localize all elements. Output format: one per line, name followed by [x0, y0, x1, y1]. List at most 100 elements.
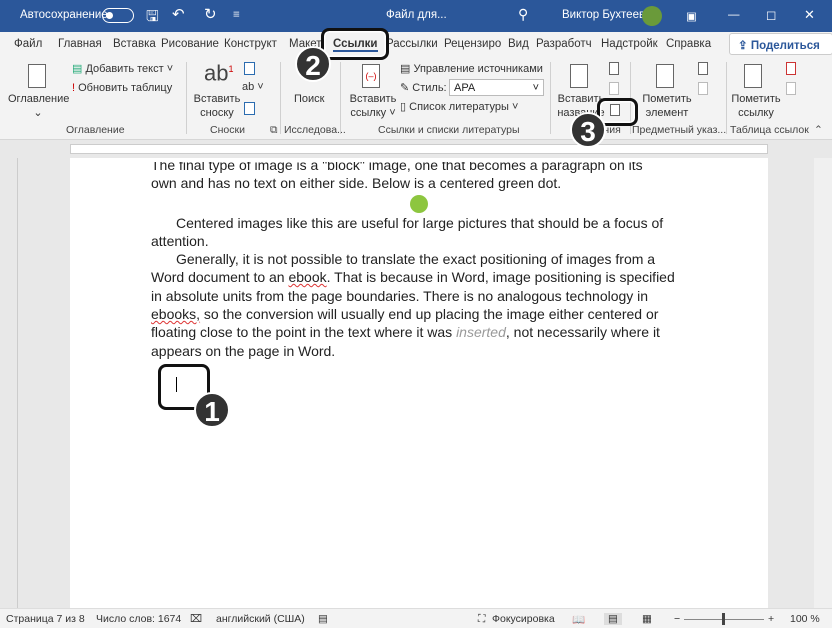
insert-endnote-icon[interactable]: [244, 62, 255, 75]
step-badge-3: 3: [570, 112, 606, 148]
tab-insert[interactable]: Вставка: [113, 38, 156, 50]
web-layout-icon[interactable]: ▦: [642, 613, 652, 625]
zoom-slider-thumb[interactable]: [722, 613, 725, 625]
insert-citation-button[interactable]: Вставить ссылку ˅: [346, 92, 400, 120]
add-text-icon: ▤: [72, 63, 83, 75]
mark-citation-button[interactable]: Пометить ссылку: [728, 92, 784, 120]
update-table-button[interactable]: ! Обновить таблицу: [72, 81, 172, 95]
insert-caption-icon: [570, 64, 588, 88]
mark-entry-button[interactable]: Пометить элемент: [640, 92, 694, 120]
step-badge-1: 1: [194, 392, 230, 428]
divider: [186, 62, 187, 134]
proofing-icon[interactable]: ⌧: [190, 613, 202, 625]
paragraph-line: appears on the page in Word.: [151, 343, 336, 359]
redo-icon[interactable]: ↻: [204, 5, 217, 23]
insert-table-of-figures-icon[interactable]: [609, 62, 619, 75]
focus-button[interactable]: Фокусировка: [492, 613, 555, 625]
tab-home[interactable]: Главная: [58, 38, 102, 50]
close-icon[interactable]: ✕: [804, 7, 815, 23]
update-table-icon[interactable]: [609, 82, 619, 95]
manage-sources-icon: ▤: [400, 63, 411, 75]
manage-sources-button[interactable]: ▤ Управление источниками: [400, 62, 543, 76]
paragraph-line: ebooks, so the conversion will usually e…: [151, 306, 659, 322]
group-index-label: Предметный указ...: [632, 124, 727, 136]
share-button[interactable]: ⇪ Поделиться: [729, 33, 832, 55]
group-footnotes-label: Сноски: [210, 124, 245, 136]
tab-mailings[interactable]: Рассылки: [386, 38, 438, 50]
accessibility-icon[interactable]: ▤: [318, 613, 328, 625]
tab-file[interactable]: Файл: [14, 38, 42, 50]
insert-toa-icon[interactable]: [786, 62, 796, 75]
insert-index-icon[interactable]: [698, 62, 708, 75]
vertical-scrollbar[interactable]: [814, 158, 832, 608]
tab-view[interactable]: Вид: [508, 38, 529, 50]
insert-footnote-button[interactable]: Вставить сноску: [192, 92, 242, 120]
group-toa-label: Таблица ссылок: [730, 124, 809, 136]
vertical-ruler: [0, 158, 18, 608]
toc-icon: [28, 64, 46, 88]
update-toa-icon[interactable]: [786, 82, 796, 95]
language[interactable]: английский (США): [216, 613, 305, 625]
show-notes-icon[interactable]: [244, 102, 255, 115]
divider: [550, 62, 551, 134]
divider: [340, 62, 341, 134]
filename[interactable]: Файл для...: [386, 9, 447, 21]
toc-button[interactable]: Оглавление ⌄: [8, 92, 69, 120]
group-toc-label: Оглавление: [66, 124, 125, 136]
next-footnote-icon[interactable]: ab ˅: [242, 80, 264, 94]
autosave-label: Автосохранение: [20, 9, 108, 21]
update-index-icon[interactable]: [698, 82, 708, 95]
paragraph-line: own and has no text on either side. Belo…: [151, 175, 562, 191]
add-text-button[interactable]: ▤ Добавить текст ˅: [72, 62, 173, 76]
footnote-icon: ab1: [204, 60, 234, 86]
search-button[interactable]: Поиск: [294, 92, 324, 106]
undo-icon[interactable]: ↶: [172, 5, 185, 23]
divider: [726, 62, 727, 134]
title-bar: Автосохранение 🖫 ↶ ↻ ≡ Файл для... ⚲ Вик…: [0, 0, 832, 32]
search-icon[interactable]: ⚲: [518, 6, 528, 23]
tab-developer[interactable]: Разработч: [536, 38, 592, 50]
style-label: ✎ Стиль:: [400, 82, 447, 94]
page-count[interactable]: Страница 7 из 8: [6, 613, 85, 625]
ruler-scale[interactable]: [70, 144, 768, 154]
tab-help[interactable]: Справка: [666, 38, 711, 50]
update-table-icon: !: [72, 82, 76, 94]
ribbon-tabs: Файл Главная Вставка Рисование Конструкт…: [0, 32, 832, 56]
style-dropdown[interactable]: APA ˅: [449, 79, 544, 96]
bibliography-button[interactable]: ▯ Список литературы ˅: [400, 100, 518, 114]
print-layout-icon[interactable]: ▤: [604, 613, 622, 625]
focus-icon[interactable]: ⛶: [478, 613, 485, 626]
mark-entry-icon: [656, 64, 674, 88]
tab-addins[interactable]: Надстройк: [601, 38, 658, 50]
group-research-label: Исследова...: [284, 124, 346, 136]
minimize-icon[interactable]: —: [728, 9, 740, 21]
zoom-in-button[interactable]: +: [768, 613, 774, 625]
tab-design[interactable]: Конструкт: [224, 38, 277, 50]
style-icon: ✎: [400, 82, 410, 94]
avatar[interactable]: [642, 6, 662, 26]
paragraph-line: attention.: [151, 233, 209, 249]
user-name[interactable]: Виктор Бухтеев: [562, 9, 645, 21]
paragraph-line: Word document to an ebook. That is becau…: [151, 269, 675, 285]
ribbon-display-icon[interactable]: ▣: [686, 9, 697, 23]
maximize-icon[interactable]: ☐: [766, 9, 776, 23]
callout-box-2: [321, 28, 389, 60]
status-bar: Страница 7 из 8 Число слов: 1674 ⌧ англи…: [0, 608, 832, 628]
word-count[interactable]: Число слов: 1674: [96, 613, 181, 625]
customize-icon[interactable]: ≡: [233, 9, 240, 21]
tab-review[interactable]: Рецензиро: [444, 38, 501, 50]
read-mode-icon[interactable]: 📖: [572, 613, 585, 626]
dialog-launcher-icon[interactable]: ⧉: [270, 124, 278, 137]
paragraph-line: Centered images like this are useful for…: [176, 215, 664, 231]
share-icon: ⇪: [738, 40, 751, 52]
share-label: Поделиться: [750, 40, 820, 52]
paragraph-line: floating close to the point in the text …: [151, 324, 660, 340]
tab-draw[interactable]: Рисование: [161, 38, 219, 50]
zoom-out-button[interactable]: −: [674, 613, 680, 625]
zoom-level[interactable]: 100 %: [790, 613, 820, 625]
green-dot-image[interactable]: [410, 195, 428, 213]
group-citations-label: Ссылки и списки литературы: [378, 124, 520, 136]
save-icon[interactable]: 🖫: [146, 6, 159, 31]
autosave-toggle[interactable]: [102, 8, 134, 23]
collapse-ribbon-icon[interactable]: ⌃: [814, 124, 823, 136]
